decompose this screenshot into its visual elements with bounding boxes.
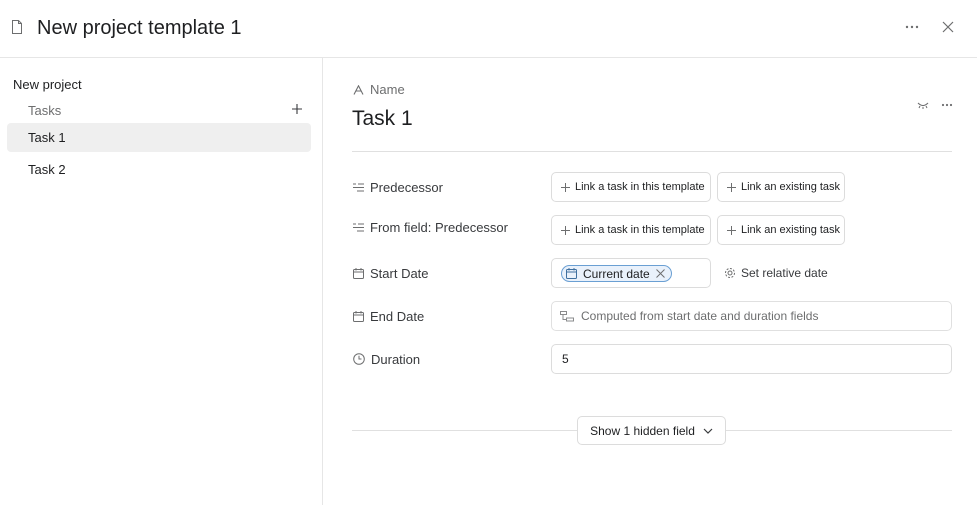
- plus-icon: [561, 182, 570, 192]
- tasks-section-label: Tasks: [28, 103, 62, 118]
- show-hidden-fields-button[interactable]: Show 1 hidden field: [577, 416, 726, 445]
- calendar-icon: [353, 267, 364, 279]
- set-relative-date-button[interactable]: Set relative date: [724, 258, 828, 288]
- task-detail-panel: Name Task 1 Predecessor Link a task in t…: [324, 58, 977, 505]
- clock-icon: [353, 353, 365, 365]
- add-task-button[interactable]: [289, 101, 305, 117]
- plus-icon: [727, 225, 736, 235]
- current-date-chip[interactable]: Current date: [561, 265, 672, 282]
- dependency-icon: [353, 182, 364, 192]
- eye-closed-icon: [917, 102, 929, 109]
- more-horizontal-icon: [941, 103, 953, 107]
- link-existing-task-button[interactable]: Link an existing task: [717, 215, 845, 245]
- header: New project template 1: [0, 0, 977, 58]
- calendar-icon: [566, 268, 577, 279]
- formula-icon: [560, 310, 574, 321]
- text-field-icon: [353, 85, 364, 95]
- project-title: New project: [13, 77, 82, 92]
- gear-icon: [725, 268, 735, 278]
- field-more-button[interactable]: [940, 98, 954, 112]
- hide-field-button[interactable]: [916, 98, 930, 112]
- name-field-label: Name: [353, 82, 405, 98]
- sidebar: New project Tasks Task 1 Task 2: [0, 58, 323, 505]
- duration-input[interactable]: [551, 344, 952, 374]
- from-field-predecessor-label: From field: Predecessor: [353, 212, 508, 242]
- plus-icon: [292, 104, 302, 114]
- calendar-icon: [353, 310, 364, 322]
- chevron-down-icon: [703, 428, 713, 434]
- name-label-text: Name: [370, 82, 405, 97]
- start-date-field[interactable]: Current date: [551, 258, 711, 288]
- field-actions: [916, 98, 954, 112]
- field-row-end-date: End Date Computed from start date and du…: [353, 301, 953, 331]
- sidebar-task-item[interactable]: Task 1: [7, 123, 311, 152]
- predecessor-label: Predecessor: [353, 172, 443, 202]
- field-row-start-date: Start Date Current date Set relative dat…: [353, 258, 953, 288]
- field-row-duration: Duration: [353, 344, 953, 374]
- more-horizontal-icon: [905, 25, 919, 29]
- task-title[interactable]: Task 1: [352, 106, 413, 132]
- end-date-computed-field: Computed from start date and duration fi…: [551, 301, 952, 331]
- plus-icon: [561, 225, 570, 235]
- link-existing-task-button[interactable]: Link an existing task: [717, 172, 845, 202]
- close-icon: [942, 21, 954, 33]
- remove-chip-icon[interactable]: [655, 269, 665, 278]
- sidebar-task-item[interactable]: Task 2: [7, 155, 311, 184]
- link-task-in-template-button[interactable]: Link a task in this template: [551, 215, 711, 245]
- start-date-label: Start Date: [353, 258, 429, 288]
- page-title: New project template 1: [37, 17, 242, 39]
- duration-label: Duration: [353, 344, 420, 374]
- more-options-button[interactable]: [901, 17, 923, 37]
- field-row-predecessor: Predecessor Link a task in this template…: [353, 172, 953, 202]
- link-task-in-template-button[interactable]: Link a task in this template: [551, 172, 711, 202]
- document-icon: [11, 20, 23, 34]
- close-button[interactable]: [937, 17, 959, 37]
- end-date-label: End Date: [353, 301, 424, 331]
- divider: [352, 151, 952, 152]
- dependency-icon: [353, 222, 364, 232]
- plus-icon: [727, 182, 736, 192]
- field-row-from-field-predecessor: From field: Predecessor Link a task in t…: [353, 215, 953, 245]
